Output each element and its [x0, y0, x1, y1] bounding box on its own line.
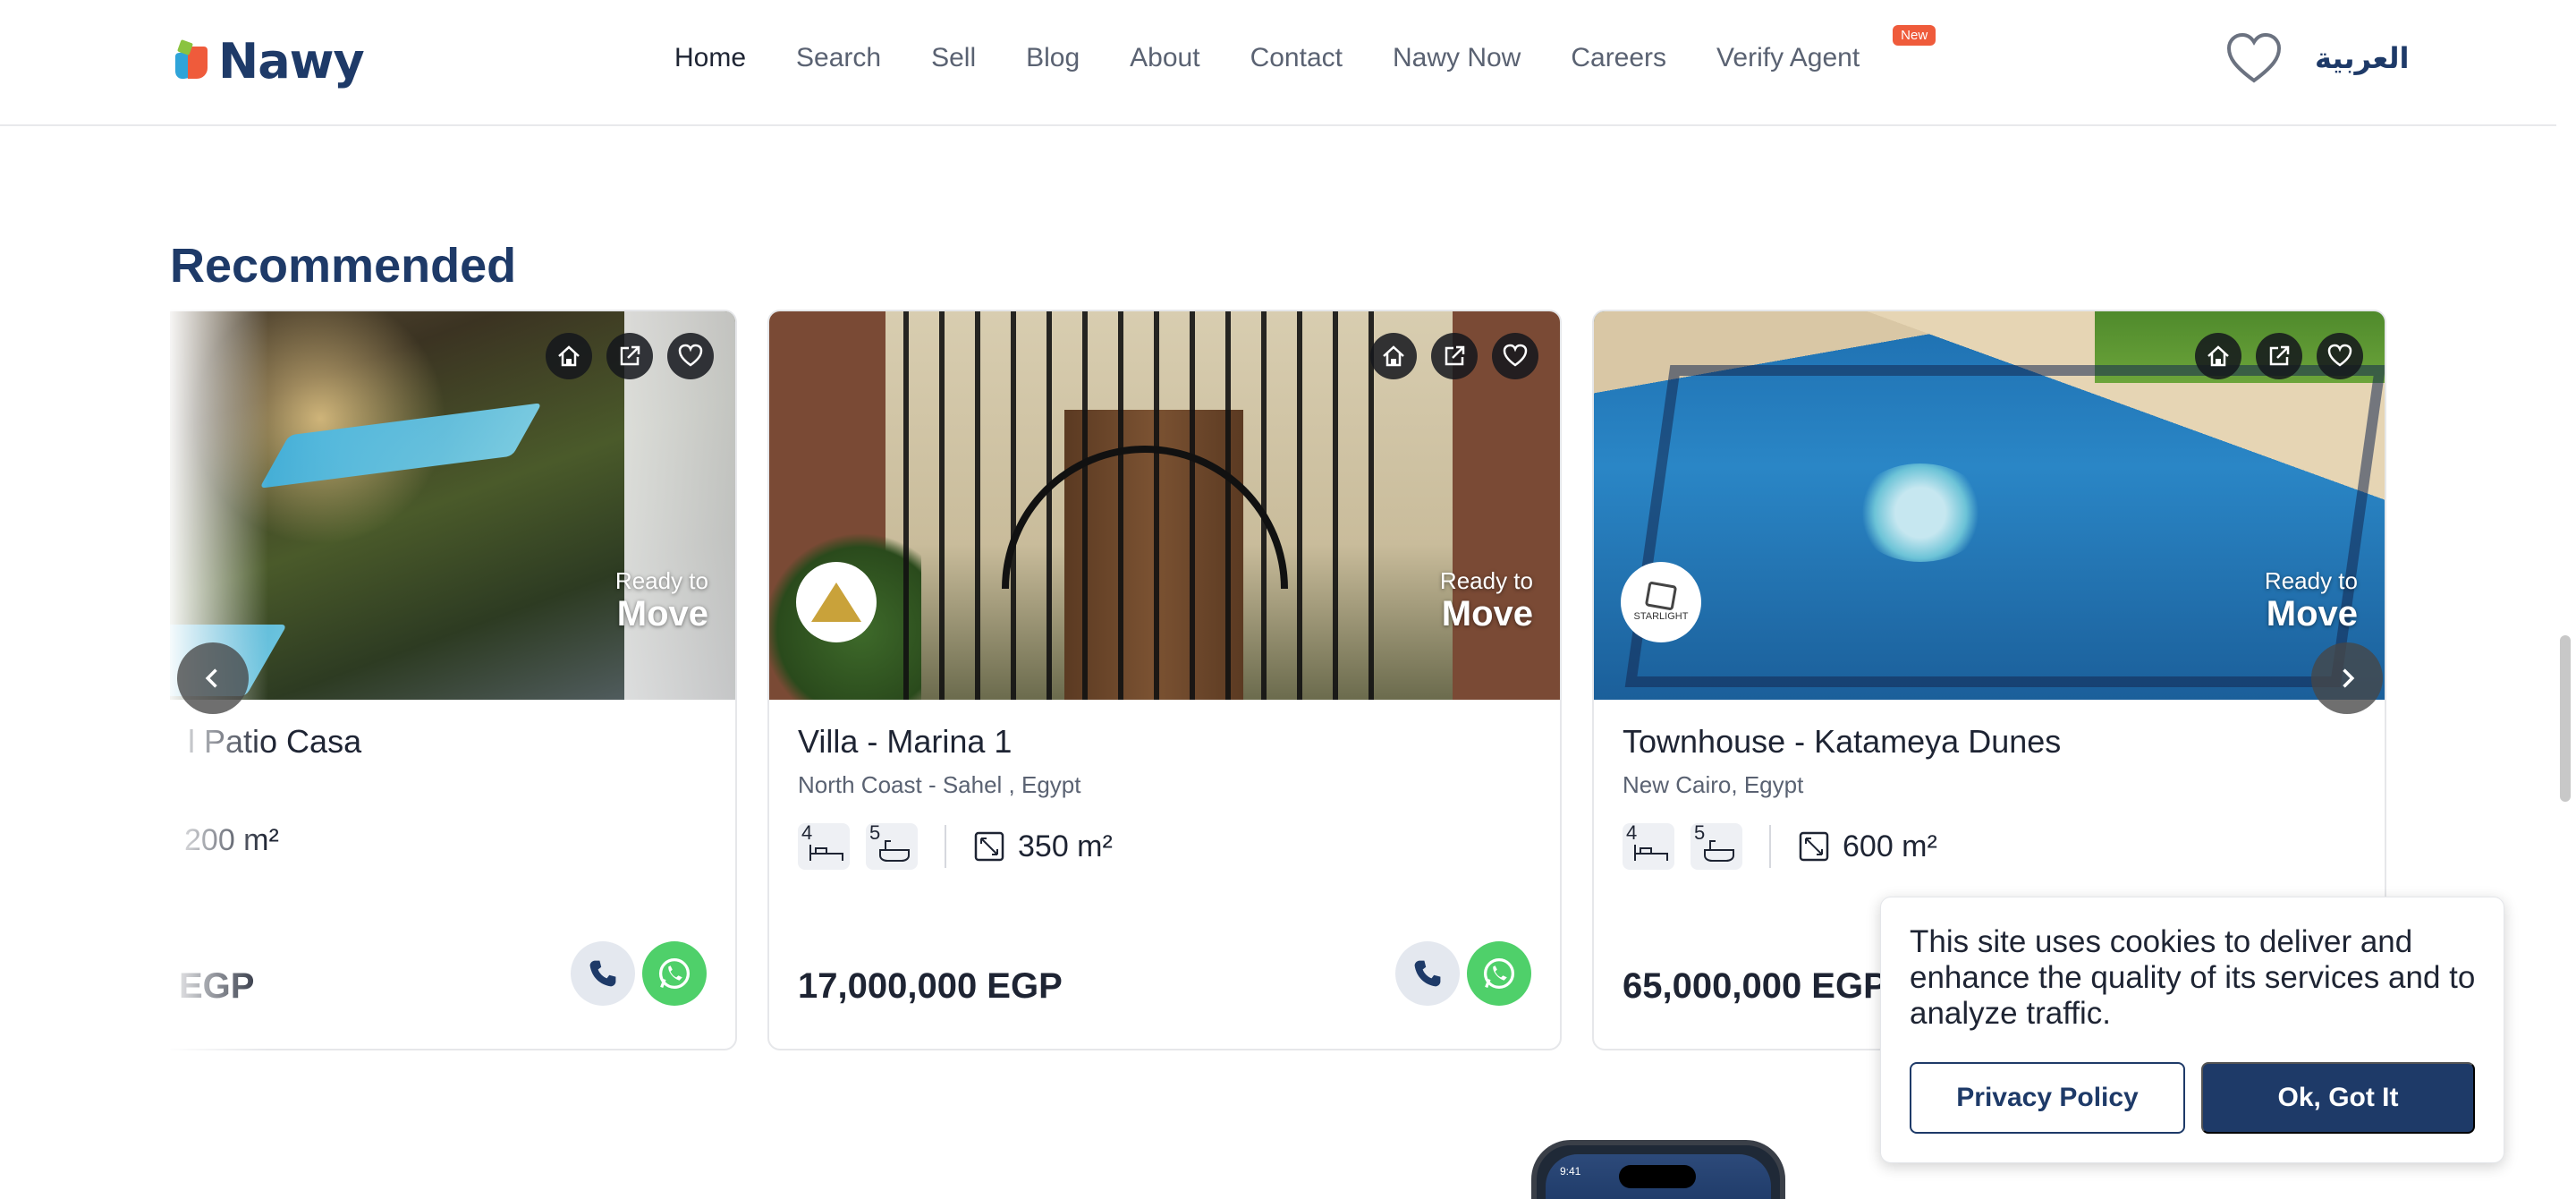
spec-divider [945, 825, 946, 868]
nav-contact[interactable]: Contact [1250, 43, 1367, 73]
bed-icon: 4 [1623, 821, 1674, 870]
favorite-heart-icon[interactable] [667, 333, 714, 379]
property-price: 65,000,000 EGP [1623, 966, 1887, 1006]
language-switch[interactable]: العربية [2315, 41, 2409, 75]
home-icon[interactable] [546, 333, 592, 379]
scrollbar-thumb[interactable] [2560, 635, 2571, 802]
developer-logo[interactable]: STARLIGHT [1621, 562, 1701, 642]
chevron-left-icon [205, 668, 217, 688]
developer-logo[interactable] [796, 562, 877, 642]
nav-verify-agent-label: Verify Agent [1716, 43, 1860, 72]
property-location: North Coast - Sahel , Egypt [798, 771, 1081, 798]
favorites-heart-icon[interactable] [2225, 32, 2283, 86]
phone-icon[interactable] [571, 941, 635, 1006]
favorite-heart-icon[interactable] [2317, 333, 2363, 379]
property-image[interactable]: Ready to Move [769, 311, 1560, 700]
favorite-heart-icon[interactable] [1492, 333, 1538, 379]
accept-cookies-button[interactable]: Ok, Got It [2201, 1062, 2475, 1134]
property-image[interactable]: Ready to Move [170, 311, 735, 700]
nav-verify-agent[interactable]: Verify Agent New [1716, 25, 1936, 73]
property-card[interactable]: Ready to Move Villa - Marina 1 North Coa… [767, 310, 1562, 1050]
app-phone-mockup: 9:41 [1531, 1140, 1785, 1199]
whatsapp-icon[interactable] [642, 941, 707, 1006]
nawy-logo[interactable]: Nawy [175, 32, 365, 89]
property-location: New Cairo, Egypt [1623, 771, 1804, 798]
home-icon[interactable] [1370, 333, 1417, 379]
area-icon [1799, 831, 1829, 862]
nav-blog[interactable]: Blog [1026, 43, 1104, 73]
site-header: Nawy Home Search Sell Blog About Contact… [0, 0, 2576, 126]
property-price: EGP [179, 966, 255, 1006]
property-specs: 4 5 600 m² [1623, 821, 1937, 870]
nav-careers[interactable]: Careers [1571, 43, 1690, 73]
property-title[interactable]: l Patio Casa [170, 723, 707, 761]
home-icon[interactable] [2195, 333, 2241, 379]
nav-home[interactable]: Home [674, 43, 770, 73]
property-area: 200 m² [184, 823, 279, 857]
carousel-next-button[interactable] [2311, 642, 2383, 714]
bed-icon: 4 [798, 821, 850, 870]
ready-to-move-tag: Ready to Move [614, 567, 708, 634]
share-icon[interactable] [1431, 333, 1478, 379]
page-scrollbar[interactable] [2556, 0, 2576, 1199]
bath-icon: 5 [1690, 821, 1742, 870]
property-card[interactable]: Ready to Move l Patio Casa 200 m² EGP [170, 310, 737, 1050]
nav-sell[interactable]: Sell [931, 43, 1000, 73]
section-title: Recommended [170, 239, 517, 293]
property-image[interactable]: STARLIGHT Ready to Move [1594, 311, 2385, 700]
property-specs: 200 m² [184, 823, 279, 858]
phone-time: 9:41 [1560, 1165, 1581, 1178]
nav-nawy-now[interactable]: Nawy Now [1393, 43, 1545, 73]
bath-icon: 5 [866, 821, 918, 870]
share-icon[interactable] [2256, 333, 2302, 379]
logo-text: Nawy [218, 32, 365, 89]
cookie-text: This site uses cookies to deliver and en… [1910, 924, 2476, 1031]
ready-to-move-tag: Ready to Move [1439, 567, 1533, 634]
property-price: 17,000,000 EGP [798, 966, 1063, 1006]
property-title[interactable]: Townhouse - Katameya Dunes [1623, 723, 2356, 761]
property-title[interactable]: Villa - Marina 1 [798, 723, 1531, 761]
contact-buttons [571, 941, 707, 1006]
share-icon[interactable] [606, 333, 653, 379]
new-badge: New [1893, 25, 1936, 46]
property-area: 600 m² [1843, 829, 1937, 863]
property-area: 350 m² [1018, 829, 1113, 863]
cookie-banner: This site uses cookies to deliver and en… [1880, 897, 2504, 1163]
whatsapp-icon[interactable] [1467, 941, 1531, 1006]
carousel-prev-button[interactable] [177, 642, 249, 714]
nav-search[interactable]: Search [796, 43, 905, 73]
ready-to-move-tag: Ready to Move [2264, 567, 2358, 634]
spec-divider [1769, 825, 1771, 868]
contact-buttons [1395, 941, 1531, 1006]
area-icon [974, 831, 1004, 862]
logo-mark-icon [175, 39, 213, 81]
property-specs: 4 5 350 m² [798, 821, 1113, 870]
chevron-right-icon [2343, 668, 2355, 688]
phone-icon[interactable] [1395, 941, 1460, 1006]
main-nav: Home Search Sell Blog About Contact Nawy… [674, 25, 1936, 73]
nav-about[interactable]: About [1130, 43, 1224, 73]
privacy-policy-button[interactable]: Privacy Policy [1910, 1062, 2185, 1134]
